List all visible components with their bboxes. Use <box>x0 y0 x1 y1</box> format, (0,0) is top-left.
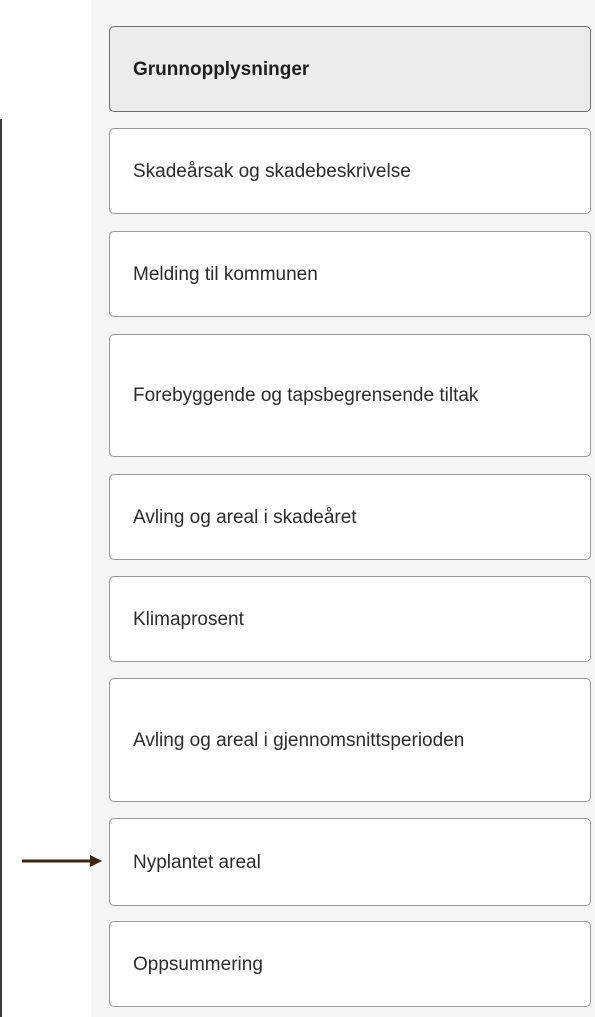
step-label: Avling og areal i skadeåret <box>133 506 357 528</box>
step-nyplantet-areal[interactable]: Nyplantet areal <box>109 818 591 906</box>
step-melding-til-kommunen[interactable]: Melding til kommunen <box>109 231 591 317</box>
step-label: Avling og areal i gjennomsnittsperioden <box>133 729 465 751</box>
left-divider-line <box>0 119 2 1017</box>
step-label: Nyplantet areal <box>133 851 261 873</box>
step-avling-gjennomsnittsperioden[interactable]: Avling og areal i gjennomsnittsperioden <box>109 678 591 802</box>
step-grunnopplysninger[interactable]: Grunnopplysninger <box>109 26 591 112</box>
step-skadearsak[interactable]: Skadeårsak og skadebeskrivelse <box>109 128 591 214</box>
step-oppsummering[interactable]: Oppsummering <box>109 921 591 1007</box>
step-avling-skadeaaret[interactable]: Avling og areal i skadeåret <box>109 474 591 560</box>
step-klimaprosent[interactable]: Klimaprosent <box>109 576 591 662</box>
step-label: Forebyggende og tapsbegrensende tiltak <box>133 385 479 406</box>
step-label: Melding til kommunen <box>133 263 318 285</box>
step-label: Skadeårsak og skadebeskrivelse <box>133 160 411 182</box>
right-arrow-icon <box>22 855 102 867</box>
step-label: Grunnopplysninger <box>133 58 310 80</box>
step-label: Oppsummering <box>133 953 263 975</box>
step-label: Klimaprosent <box>133 608 244 630</box>
step-forebyggende-tiltak[interactable]: Forebyggende og tapsbegrensende tiltak <box>109 334 591 457</box>
